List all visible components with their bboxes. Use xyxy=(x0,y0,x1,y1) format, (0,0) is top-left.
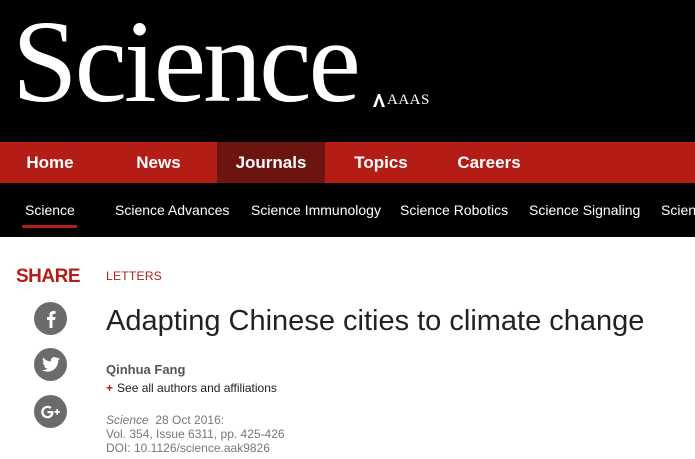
twitter-share-button[interactable] xyxy=(34,348,67,381)
nav-news[interactable]: News xyxy=(100,142,217,183)
subnav-science-advances[interactable]: Science Advances xyxy=(115,183,229,237)
subnav-science[interactable]: Science xyxy=(25,183,75,237)
citation-journal: Science xyxy=(106,413,149,427)
science-logo[interactable]: Science xyxy=(12,0,361,132)
citation-doi[interactable]: DOI: 10.1126/science.aak9826 xyxy=(106,441,270,455)
twitter-icon xyxy=(41,357,60,372)
google-plus-share-button[interactable] xyxy=(34,395,67,428)
citation-journal-date: Science 28 Oct 2016: xyxy=(106,413,224,427)
subnav-science-truncated[interactable]: Scien xyxy=(661,183,695,237)
aaas-logo[interactable]: AAAS xyxy=(373,92,430,109)
subnav-science-signaling[interactable]: Science Signaling xyxy=(529,183,640,237)
citation-date: 28 Oct 2016: xyxy=(155,413,225,427)
subnav-science-robotics[interactable]: Science Robotics xyxy=(400,183,508,237)
active-journal-indicator xyxy=(22,225,77,228)
masthead: Science AAAS xyxy=(0,0,695,142)
expand-plus-icon: + xyxy=(106,381,114,395)
google-plus-icon xyxy=(40,405,60,418)
subnav-science-immunology[interactable]: Science Immunology xyxy=(251,183,381,237)
see-all-authors-link[interactable]: + See all authors and affiliations xyxy=(106,381,277,395)
aaas-mark-icon xyxy=(373,94,385,107)
nav-home[interactable]: Home xyxy=(0,142,100,183)
share-heading: SHARE xyxy=(16,266,81,287)
citation-volume: Vol. 354, Issue 6311, pp. 425-426 xyxy=(106,427,285,441)
facebook-icon xyxy=(46,310,56,328)
main-navigation: Home News Journals Topics Careers xyxy=(0,142,695,183)
nav-topics[interactable]: Topics xyxy=(325,142,437,183)
facebook-share-button[interactable] xyxy=(34,302,67,335)
article-section-label[interactable]: LETTERS xyxy=(106,269,162,283)
see-all-authors-label: See all authors and affiliations xyxy=(117,381,277,395)
aaas-label: AAAS xyxy=(387,92,430,108)
nav-journals[interactable]: Journals xyxy=(217,142,325,183)
journals-subnav: Science Science Advances Science Immunol… xyxy=(0,183,695,237)
nav-careers[interactable]: Careers xyxy=(437,142,541,183)
article-title: Adapting Chinese cities to climate chang… xyxy=(106,305,645,337)
article-author[interactable]: Qinhua Fang xyxy=(106,362,185,377)
